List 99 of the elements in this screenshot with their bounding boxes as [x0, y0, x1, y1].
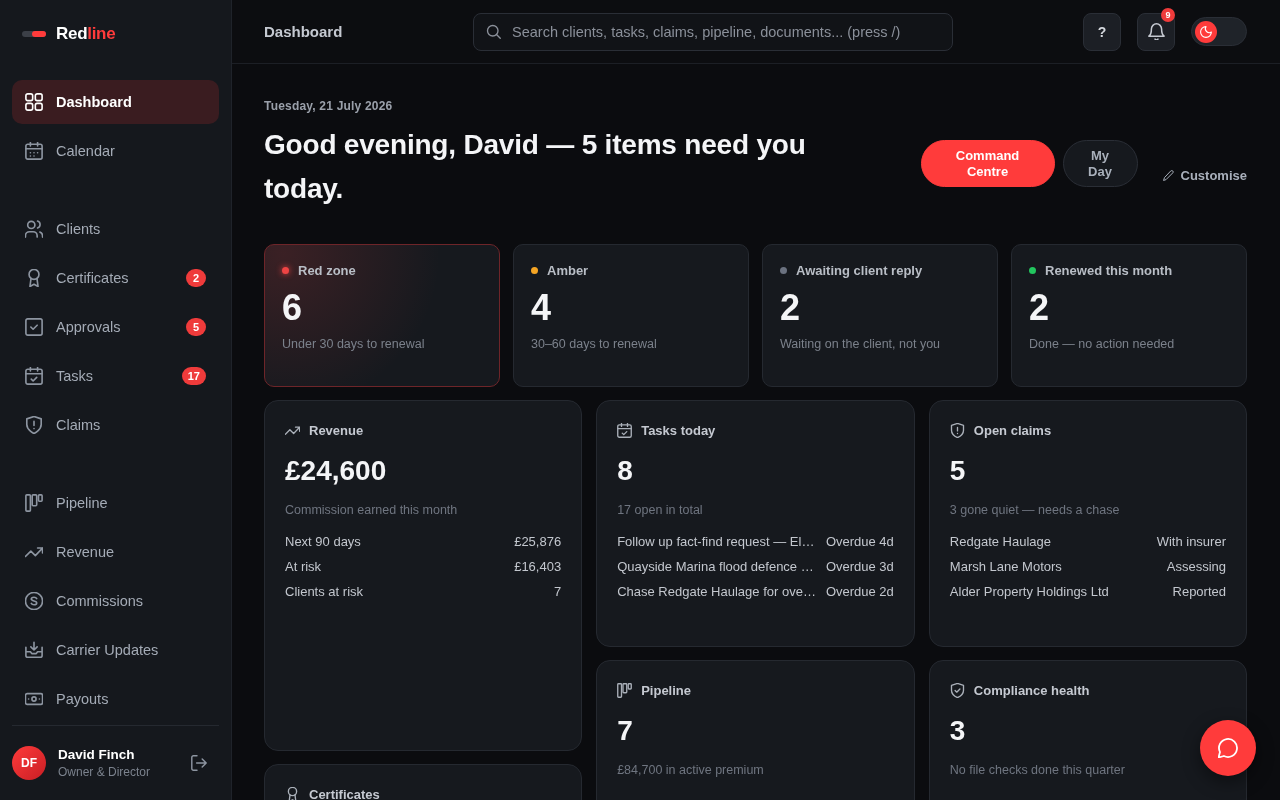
- row-value: 7: [553, 584, 562, 599]
- panel-caption: 3 gone quiet — needs a chase: [949, 503, 1120, 517]
- nav-item[interactable]: Clients: [12, 207, 219, 251]
- chat-icon: [1218, 738, 1238, 758]
- user-role: Owner & Director: [58, 765, 151, 779]
- ribbon-icon: [25, 269, 43, 287]
- theme-toggle[interactable]: [1191, 17, 1247, 46]
- nav-item[interactable]: Approvals 5: [12, 305, 219, 349]
- avatar: DF: [12, 746, 46, 780]
- notification-badge: 9: [1161, 7, 1175, 22]
- bell-icon: [1147, 23, 1165, 40]
- checkbox-icon: [25, 318, 43, 336]
- shield-alert-icon: [25, 416, 43, 434]
- nav-item[interactable]: Certificates 2: [12, 256, 219, 300]
- stat-label: Amber: [547, 263, 589, 278]
- stat-caption: 30–60 days to renewal: [531, 337, 657, 351]
- stat-label: Awaiting client reply: [796, 263, 923, 278]
- nav-item[interactable]: Calendar: [12, 129, 219, 173]
- nav-item[interactable]: Tasks 17: [12, 354, 219, 398]
- pencil-icon: [1162, 170, 1174, 181]
- calendar-icon: [25, 142, 43, 160]
- panel-caption: £84,700 in active premium: [617, 763, 764, 777]
- row-label: Alder Property Holdings Ltd: [949, 584, 1109, 599]
- bars-icon: [25, 494, 43, 512]
- row-value: £16,403: [514, 559, 562, 574]
- row-value: Assessing: [1166, 559, 1226, 574]
- panel-caption: 17 open in total: [617, 503, 703, 517]
- count-badge: 17: [181, 367, 206, 385]
- logo-bar-icon: [22, 31, 46, 37]
- panel-caption: No file checks done this quarter: [949, 763, 1125, 777]
- panel-title: Compliance health: [973, 683, 1090, 698]
- bars-icon: [617, 683, 633, 698]
- row-value: With insurer: [1156, 534, 1226, 549]
- brand-name: Redline: [56, 24, 116, 44]
- trend-line-icon: [285, 423, 300, 438]
- panel-value: 8: [617, 455, 633, 487]
- row-label: Follow up fact-find request — El…: [617, 534, 815, 549]
- stat-label: Red zone: [298, 263, 356, 278]
- row-value: Reported: [1172, 584, 1226, 599]
- row-value: Overdue 3d: [825, 559, 894, 574]
- grid-icon: [25, 93, 43, 111]
- row-label: At risk: [285, 559, 322, 574]
- nav-item[interactable]: Carrier Updates: [12, 628, 219, 672]
- row-label: Marsh Lane Motors: [949, 559, 1062, 574]
- row-label: Clients at risk: [285, 584, 364, 599]
- row-value: £25,876: [514, 534, 562, 549]
- stat-value: 2: [780, 288, 801, 328]
- date-text: Tuesday, 21 July 2026: [264, 99, 393, 113]
- stat-caption: Under 30 days to renewal: [282, 337, 425, 351]
- coin-icon: [25, 592, 43, 610]
- nav-item[interactable]: Revenue: [12, 530, 219, 574]
- stat-value: 6: [282, 288, 303, 328]
- calendar-check-icon: [617, 423, 633, 438]
- nav-item[interactable]: Claims: [12, 403, 219, 447]
- search-field[interactable]: Search clients, tasks, claims, pipeline, documents... (press /): [473, 12, 953, 51]
- banknote-icon: [25, 690, 43, 708]
- panel-title: Tasks today: [641, 423, 716, 438]
- stat-value: 2: [1029, 288, 1050, 328]
- stat-caption: Done — no action needed: [1029, 337, 1175, 351]
- logout-icon: [191, 755, 207, 771]
- ribbon-icon: [285, 787, 300, 800]
- nav-item[interactable]: Commissions: [12, 579, 219, 623]
- customise-button[interactable]: Customise: [1162, 168, 1247, 183]
- greeting-heading: Good evening, David — 5 items need you today.: [264, 128, 807, 206]
- shield-check-icon: [949, 683, 965, 698]
- row-label: Redgate Haulage: [949, 534, 1052, 549]
- row-label: Quayside Marina flood defence …: [617, 559, 814, 574]
- panel-value: 5: [949, 455, 966, 487]
- moon-icon: [1200, 25, 1212, 38]
- stat-label: Renewed this month: [1045, 263, 1173, 278]
- nav-item[interactable]: Payouts: [12, 677, 219, 721]
- nav-item[interactable]: Pipeline: [12, 481, 219, 525]
- panel-caption: Commission earned this month: [285, 503, 458, 517]
- user-name: David Finch: [58, 747, 135, 762]
- panel-value: £24,600: [285, 455, 387, 487]
- panel-value: 7: [617, 715, 633, 747]
- row-value: Overdue 4d: [825, 534, 894, 549]
- panel-title: Certificates: [309, 787, 380, 800]
- tray-arrow-icon: [25, 641, 43, 659]
- logout-button[interactable]: [189, 753, 209, 773]
- page-title: Dashboard: [264, 23, 344, 40]
- stat-value: 4: [531, 288, 552, 328]
- row-label: Chase Redgate Haulage for ove…: [617, 584, 816, 599]
- calendar-check-icon: [25, 367, 43, 385]
- panel-title: Pipeline: [641, 683, 691, 698]
- panel-title: Revenue: [309, 423, 364, 438]
- stat-caption: Waiting on the client, not you: [780, 337, 941, 351]
- panel-title: Open claims: [973, 423, 1052, 438]
- people-icon: [25, 220, 43, 238]
- count-badge: 2: [186, 269, 206, 287]
- help-button[interactable]: ?: [1083, 12, 1121, 51]
- nav-item[interactable]: Dashboard: [12, 80, 219, 124]
- view-button[interactable]: My Day: [1062, 140, 1138, 187]
- panel-value: 3: [949, 715, 966, 747]
- row-label: Next 90 days: [285, 534, 361, 549]
- shield-alert-icon: [949, 423, 965, 438]
- view-button[interactable]: Command Centre: [920, 140, 1055, 187]
- row-value: Overdue 2d: [825, 584, 894, 599]
- count-badge: 5: [186, 318, 206, 336]
